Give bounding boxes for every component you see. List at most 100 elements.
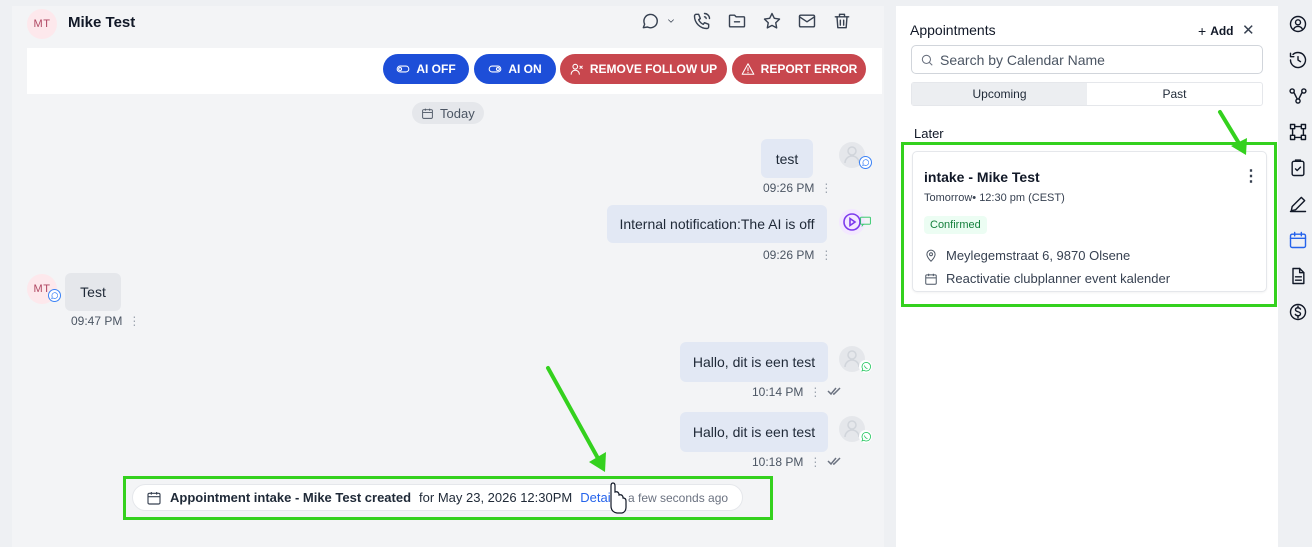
remove-follow-up-button[interactable]: REMOVE FOLLOW UP: [560, 54, 727, 84]
sender-avatar: [839, 346, 872, 373]
message-meta: 10:18 PM ⋮: [752, 455, 841, 469]
conversation-pane: MT Mike Test AI OFF AI ON REMOVE FOLLOW …: [12, 6, 884, 547]
message-meta: 09:26 PM ⋮: [763, 181, 832, 195]
user-icon: [844, 420, 860, 438]
ai-on-label: AI ON: [508, 62, 542, 76]
event-details-link[interactable]: Details: [580, 490, 620, 505]
calendar-icon: [147, 491, 161, 505]
workflow-icon[interactable]: [1288, 86, 1308, 106]
add-appointment-button[interactable]: + Add: [1198, 23, 1234, 39]
message-text: test: [775, 150, 799, 167]
message-bubble[interactable]: Test: [65, 273, 121, 311]
chat-channel-icon: [859, 156, 872, 169]
read-receipt-icon: [827, 455, 841, 469]
message-text: Test: [80, 284, 106, 300]
location-text: Meylegemstraat 6, 9870 Olsene: [946, 248, 1131, 263]
opportunities-icon[interactable]: [1288, 122, 1308, 142]
message-bubble[interactable]: Hallo, dit is een test: [680, 342, 828, 382]
report-error-button[interactable]: REPORT ERROR: [732, 54, 866, 84]
calendar-name: Reactivatie clubplanner event kalender: [946, 271, 1171, 286]
message-menu-icon[interactable]: ⋮: [809, 385, 821, 399]
message-text: Internal notification:The AI is off: [619, 216, 815, 232]
report-error-label: REPORT ERROR: [760, 62, 858, 76]
sender-avatar: [839, 142, 872, 169]
appointment-event-highlight: Appointment intake - Mike Test created f…: [123, 476, 773, 520]
ai-on-button[interactable]: AI ON: [474, 54, 556, 84]
message-menu-icon[interactable]: ⋮: [128, 314, 140, 328]
contact-avatar[interactable]: MT: [27, 9, 57, 39]
appointments-panel: Appointments + Add ✕ Upcoming Past Later…: [896, 6, 1278, 547]
appointment-time: Tomorrow• 12:30 pm (CEST): [924, 192, 1065, 204]
message-meta: 09:47 PM ⋮: [71, 314, 140, 328]
message-bubble[interactable]: Internal notification:The AI is off: [607, 205, 827, 243]
tab-past[interactable]: Past: [1087, 83, 1262, 105]
calendar-icon: [925, 273, 937, 285]
tasks-icon[interactable]: [1288, 158, 1308, 178]
conversation-action-bar: AI OFF AI ON REMOVE FOLLOW UP REPORT ERR…: [27, 48, 882, 94]
message-menu-icon[interactable]: ⋮: [820, 248, 832, 262]
calendar-icon: [422, 108, 433, 119]
chat-dropdown-icon[interactable]: [640, 10, 678, 32]
status-badge: Confirmed: [924, 216, 987, 234]
message-meta: 10:14 PM ⋮: [752, 385, 841, 399]
folder-icon[interactable]: [726, 10, 748, 32]
appointment-card-highlight: intake - Mike Test ⋮ Tomorrow• 12:30 pm …: [901, 142, 1277, 307]
appointment-location: Meylegemstraat 6, 9870 Olsene: [924, 248, 1130, 263]
contact-icon[interactable]: [1288, 14, 1308, 34]
calendar-search-input[interactable]: [940, 51, 1240, 68]
appointment-title: intake - Mike Test: [924, 169, 1040, 185]
day-label: Today: [440, 105, 475, 121]
message-time: 09:26 PM: [763, 181, 815, 195]
message-time: 10:18 PM: [752, 455, 804, 469]
more-options-icon[interactable]: ⋮: [1243, 166, 1259, 186]
right-rail: [1284, 6, 1312, 547]
conversation-header: MT Mike Test: [12, 6, 884, 46]
warning-icon: [741, 63, 755, 75]
mail-icon[interactable]: [796, 10, 818, 32]
history-icon[interactable]: [1288, 50, 1308, 70]
remove-follow-up-label: REMOVE FOLLOW UP: [589, 62, 718, 76]
event-time-ago: a few seconds ago: [627, 490, 729, 505]
message-menu-icon[interactable]: ⋮: [809, 455, 821, 469]
toggle-off-icon: [396, 65, 410, 73]
whatsapp-icon: [859, 430, 872, 443]
day-separator: Today: [412, 102, 484, 124]
message-time: 09:47 PM: [71, 314, 123, 328]
read-receipt-icon: [827, 385, 841, 399]
appointment-calendar: Reactivatie clubplanner event kalender: [924, 271, 1170, 286]
header-actions: [640, 10, 853, 32]
plus-icon: +: [1198, 23, 1207, 39]
appointment-tabs: Upcoming Past: [911, 82, 1263, 106]
whatsapp-icon: [859, 360, 872, 373]
add-label: Add: [1210, 24, 1234, 38]
user-icon: [844, 146, 860, 164]
event-date: for May 23, 2026 12:30PM: [419, 490, 573, 505]
payments-icon[interactable]: [1288, 302, 1308, 322]
message-time: 09:26 PM: [763, 248, 815, 262]
notes-icon[interactable]: [1288, 194, 1308, 214]
trash-icon[interactable]: [831, 10, 853, 32]
message-menu-icon[interactable]: ⋮: [820, 181, 832, 195]
message-text: Hallo, dit is een test: [692, 424, 816, 440]
ai-off-button[interactable]: AI OFF: [383, 54, 469, 84]
user-remove-icon: [570, 63, 583, 75]
documents-icon[interactable]: [1288, 266, 1308, 286]
toggle-on-icon: [488, 65, 502, 73]
search-icon: [921, 54, 933, 66]
message-meta: 09:26 PM ⋮: [763, 248, 832, 262]
close-icon[interactable]: ✕: [1242, 21, 1255, 39]
sms-channel-icon: [859, 215, 872, 228]
appointment-card[interactable]: intake - Mike Test ⋮ Tomorrow• 12:30 pm …: [912, 151, 1267, 292]
message-text: Hallo, dit is een test: [692, 354, 816, 370]
star-icon[interactable]: [761, 10, 783, 32]
tab-upcoming[interactable]: Upcoming: [912, 83, 1087, 105]
user-icon: [844, 350, 860, 368]
calendar-icon[interactable]: [1288, 230, 1308, 250]
phone-icon[interactable]: [691, 10, 713, 32]
contact-name[interactable]: Mike Test: [68, 14, 135, 31]
message-bubble[interactable]: test: [761, 139, 813, 178]
message-bubble[interactable]: Hallo, dit is een test: [680, 412, 828, 452]
message-time: 10:14 PM: [752, 385, 804, 399]
event-title: Appointment intake - Mike Test created: [170, 490, 412, 505]
sender-avatar: [839, 209, 871, 235]
